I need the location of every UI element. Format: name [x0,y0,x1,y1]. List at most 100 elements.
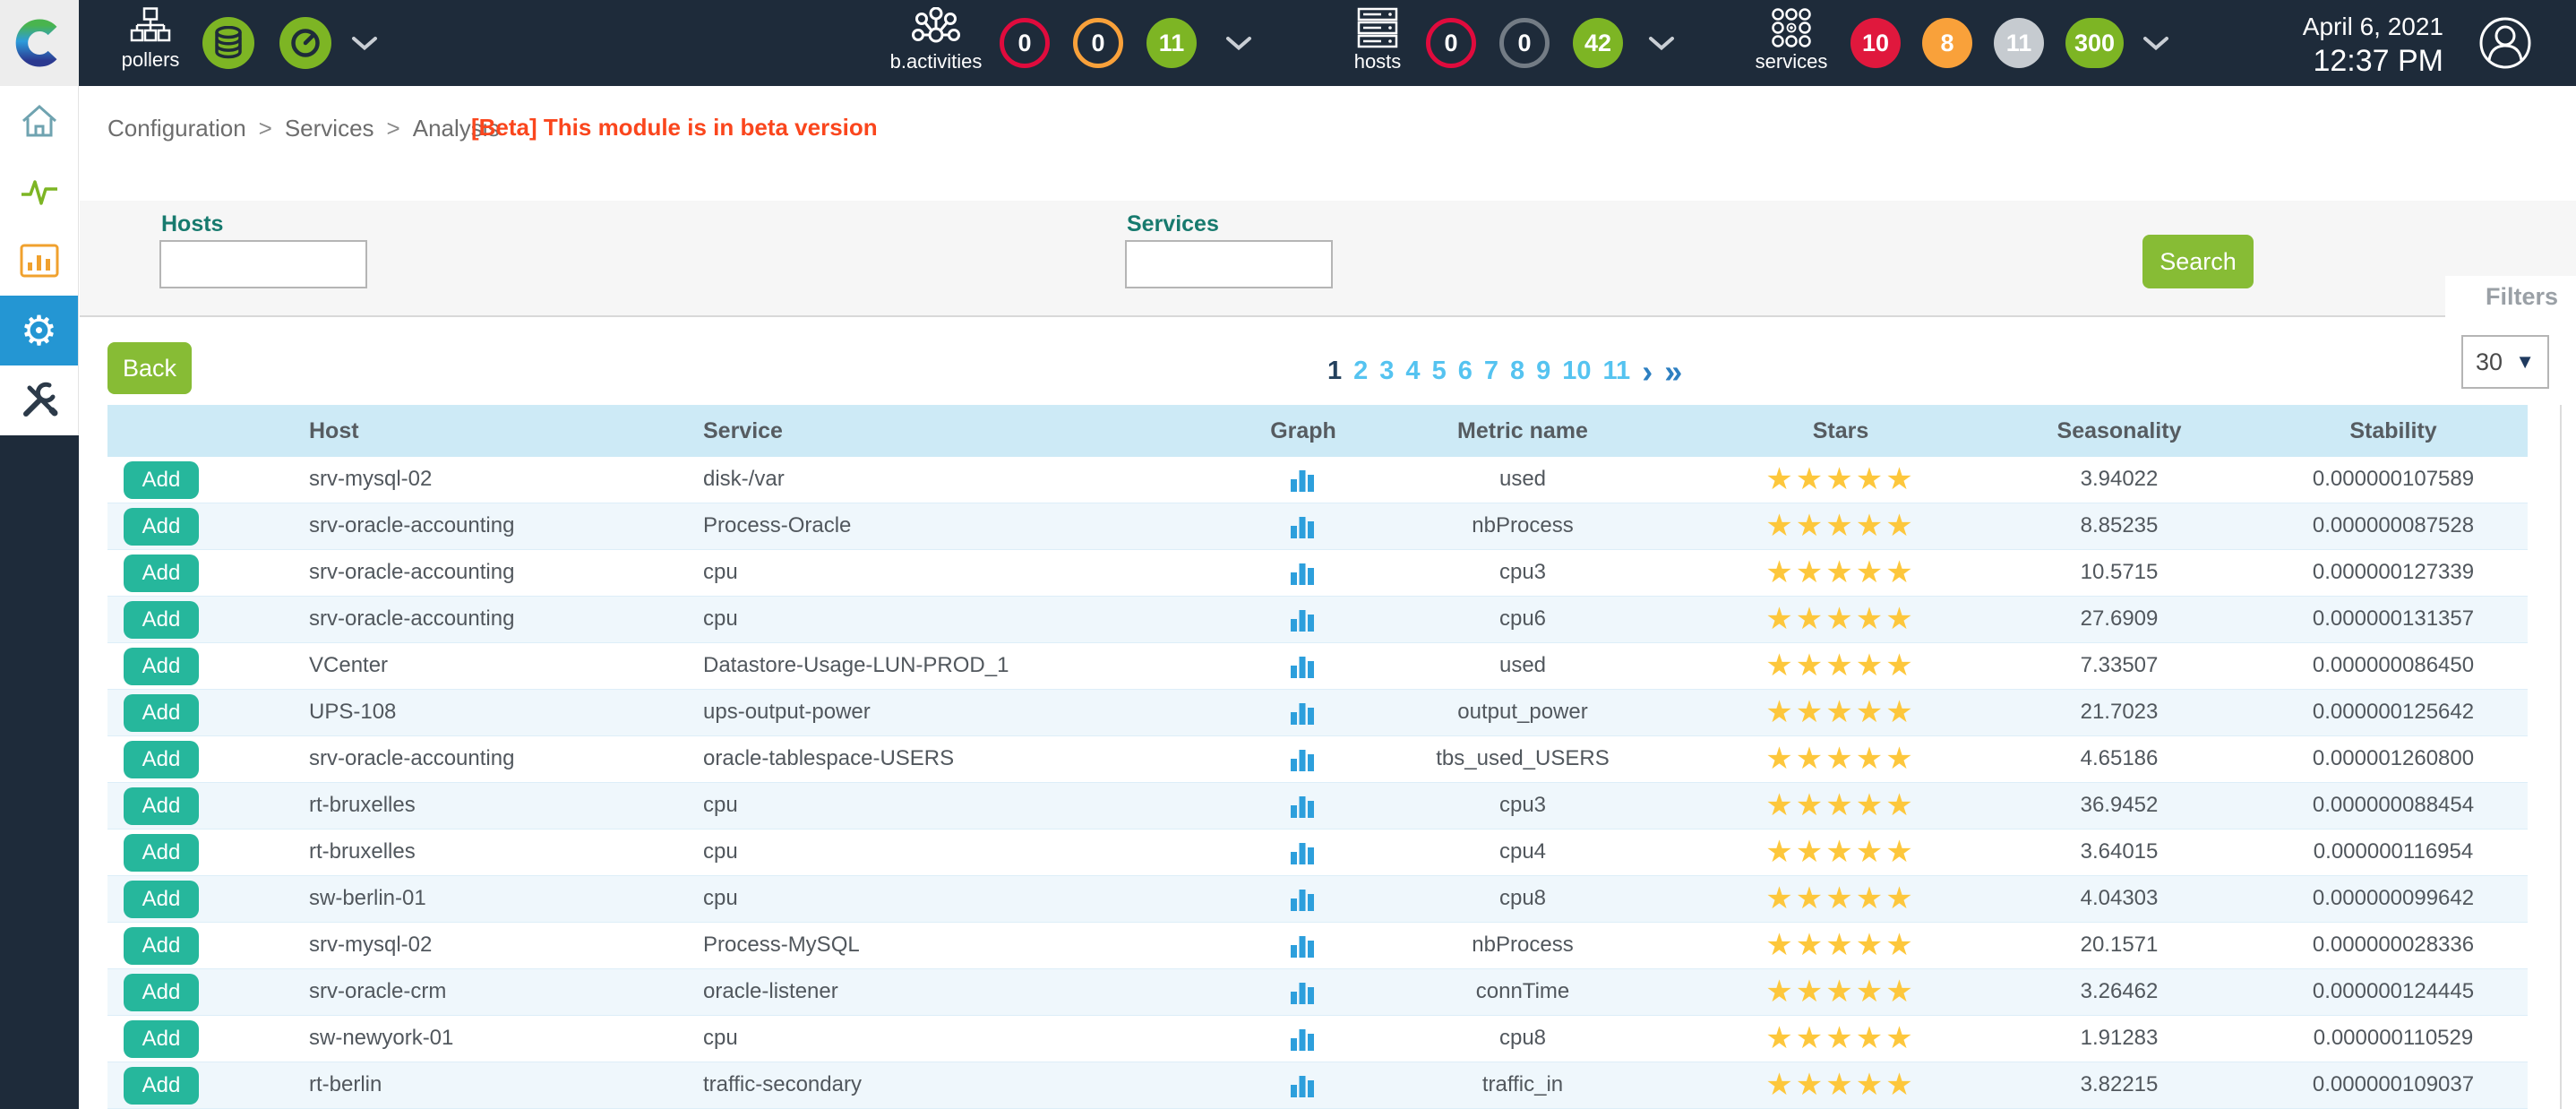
add-button[interactable]: Add [124,834,199,872]
page-link-6[interactable]: 6 [1458,357,1473,386]
bam-status-badge-outline-orange[interactable]: 0 [1073,18,1123,68]
row-metric: cpu8 [1397,876,1648,921]
business-activities-icon [912,7,960,48]
breadcrumb-item-services[interactable]: Services [285,115,374,142]
bar-chart-icon [1290,793,1315,820]
sidebar-item-reporting[interactable] [0,226,78,296]
page-link-8[interactable]: 8 [1510,357,1524,386]
add-button[interactable]: Add [124,648,199,685]
add-button[interactable]: Add [124,554,199,592]
page-link-5[interactable]: 5 [1432,357,1447,386]
topbar-services[interactable]: services [1748,7,1834,73]
graph-button[interactable] [1290,513,1315,540]
hosts-status-badge-outline-gray[interactable]: 0 [1499,18,1550,68]
hosts-status-badge-outline-red[interactable]: 0 [1426,18,1476,68]
page-link-2[interactable]: 2 [1353,357,1368,386]
bar-chart-icon [1290,653,1315,680]
graph-button[interactable] [1290,933,1315,959]
graph-button[interactable] [1290,606,1315,633]
add-button[interactable]: Add [124,927,199,965]
services-label: services [1756,50,1828,73]
poller-latency-status[interactable] [279,17,331,69]
bam-status-badge-fill-green[interactable]: 11 [1146,18,1197,68]
user-menu[interactable] [2477,15,2533,75]
add-button[interactable]: Add [124,694,199,732]
services-status-badge-fill-gray[interactable]: 11 [1994,18,2044,68]
table-row: Add srv-oracle-accounting Process-Oracle… [107,503,2528,550]
last-page-icon[interactable]: » [1664,359,1682,384]
row-stability: 0.000000116954 [2281,830,2505,874]
page-link-10[interactable]: 10 [1562,357,1591,386]
breadcrumb-separator: > [259,115,272,142]
page-link-1[interactable]: 1 [1327,357,1342,386]
bam-status-badge-outline-red[interactable]: 0 [1000,18,1050,68]
services-chevron-icon[interactable] [2142,36,2169,56]
sidebar-item-home[interactable] [0,86,78,156]
pollers-chevron-icon[interactable] [351,36,378,56]
graph-button[interactable] [1290,467,1315,494]
row-metric: used [1397,643,1648,688]
poller-database-status[interactable] [202,17,254,69]
page-link-7[interactable]: 7 [1484,357,1498,386]
sidebar-item-monitoring[interactable] [0,156,78,226]
graph-button[interactable] [1290,700,1315,726]
graph-button[interactable] [1290,653,1315,680]
breadcrumb-item-configuration[interactable]: Configuration [107,115,246,142]
add-button[interactable]: Add [124,1067,199,1105]
topbar: pollers [0,0,2576,86]
add-button[interactable]: Add [124,881,199,918]
row-service: ups-output-power [703,690,871,735]
services-status-badge-fill-green[interactable]: 300 [2065,18,2124,68]
graph-button[interactable] [1290,979,1315,1006]
row-stars-rating: ★★★★★ [1729,923,1953,967]
centreon-logo[interactable] [0,0,79,86]
bam-chevron-icon[interactable] [1225,36,1252,56]
page-size-select[interactable]: 30 ▼ [2461,335,2549,389]
row-service: cpu [703,783,738,828]
graph-button[interactable] [1290,886,1315,913]
topbar-pollers[interactable]: pollers [113,7,188,72]
next-page-icon[interactable]: › [1642,359,1653,384]
graph-button[interactable] [1290,1072,1315,1099]
graph-button[interactable] [1290,1026,1315,1053]
row-seasonality: 4.65186 [2030,736,2209,781]
row-host: sw-newyork-01 [309,1016,453,1061]
add-button[interactable]: Add [124,974,199,1011]
back-button[interactable]: Back [107,342,192,394]
row-stars-rating: ★★★★★ [1729,550,1953,595]
services-status-badge-fill-red[interactable]: 10 [1850,18,1901,68]
row-host: rt-bruxelles [309,830,416,874]
hosts-status-badge-fill-green[interactable]: 42 [1573,18,1623,68]
hosts-chevron-icon[interactable] [1648,36,1675,56]
add-button[interactable]: Add [124,461,199,499]
add-button[interactable]: Add [124,741,199,778]
row-seasonality: 21.7023 [2030,690,2209,735]
page-link-11[interactable]: 11 [1603,357,1631,386]
hosts-filter-input[interactable] [159,240,367,288]
add-button[interactable]: Add [124,508,199,546]
graph-button[interactable] [1290,746,1315,773]
row-stars-rating: ★★★★★ [1729,1062,1953,1107]
sidebar-extension [0,435,79,1109]
sidebar-item-configuration[interactable]: ⚙ [0,296,78,365]
graph-button[interactable] [1290,839,1315,866]
hosts-label: hosts [1354,50,1402,73]
table-row: Add srv-oracle-accounting oracle-tablesp… [107,736,2528,783]
topbar-bam[interactable]: b.activities [882,7,990,73]
add-button[interactable]: Add [124,1020,199,1058]
graph-button[interactable] [1290,793,1315,820]
search-button[interactable]: Search [2142,235,2254,288]
topbar-hosts[interactable]: hosts [1342,7,1413,73]
sidebar-item-administration[interactable] [0,365,78,435]
row-metric: output_power [1397,690,1648,735]
scrollbar-track[interactable] [2560,405,2562,1109]
page-link-3[interactable]: 3 [1379,357,1394,386]
page-link-9[interactable]: 9 [1536,357,1550,386]
page-link-4[interactable]: 4 [1405,357,1420,386]
add-button[interactable]: Add [124,601,199,639]
services-status-badge-fill-orange[interactable]: 8 [1922,18,1972,68]
filters-toggle[interactable]: Filters [2445,276,2576,317]
services-filter-input[interactable] [1125,240,1333,288]
graph-button[interactable] [1290,560,1315,587]
add-button[interactable]: Add [124,787,199,825]
